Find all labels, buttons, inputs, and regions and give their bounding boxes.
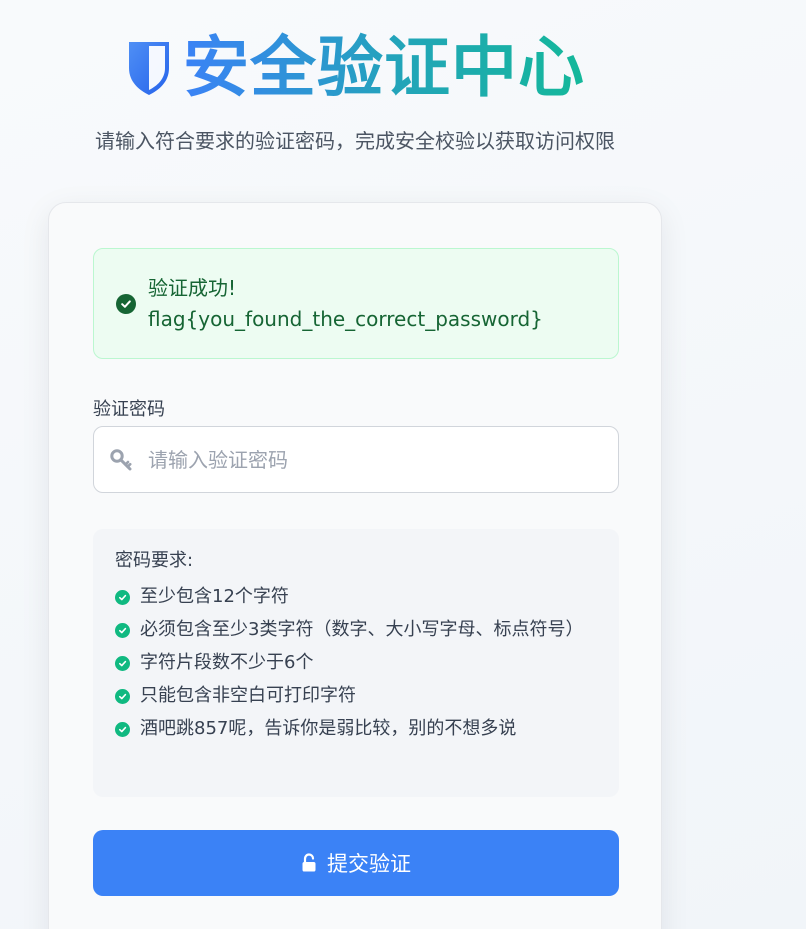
alert-status-text: 验证成功!: [148, 275, 237, 300]
requirement-item: 只能包含非空白可打印字符: [115, 684, 597, 708]
check-circle-icon: [115, 689, 130, 704]
submit-button-label: 提交验证: [327, 852, 411, 876]
requirement-text: 字符片段数不少于6个: [140, 652, 314, 673]
requirement-item: 字符片段数不少于6个: [115, 651, 597, 675]
password-requirements: 密码要求: 至少包含12个字符 必须包含至少3类字符（数字、大小写字母、标点符号…: [93, 529, 619, 797]
unlock-icon: [302, 853, 316, 872]
submit-button[interactable]: 提交验证: [93, 830, 619, 896]
page: 安全验证中心 请输入符合要求的验证密码，完成安全校验以获取访问权限 验证成功! …: [0, 0, 806, 929]
requirement-text: 至少包含12个字符: [140, 586, 289, 607]
header: 安全验证中心 请输入符合要求的验证密码，完成安全校验以获取访问权限: [0, 28, 710, 154]
check-circle-icon: [115, 656, 130, 671]
key-icon: [110, 449, 132, 471]
requirement-text: 必须包含至少3类字符（数字、大小写字母、标点符号）: [140, 619, 584, 640]
success-alert: 验证成功! flag{you_found_the_correct_passwor…: [93, 248, 619, 359]
verification-card: 验证成功! flag{you_found_the_correct_passwor…: [48, 202, 662, 929]
requirement-item: 至少包含12个字符: [115, 585, 597, 609]
requirement-text: 只能包含非空白可打印字符: [140, 685, 356, 706]
requirement-item: 酒吧跳857呢，告诉你是弱比较，别的不想多说: [115, 717, 597, 741]
password-input[interactable]: [148, 427, 608, 492]
requirement-item: 必须包含至少3类字符（数字、大小写字母、标点符号）: [115, 618, 597, 642]
requirements-list: 至少包含12个字符 必须包含至少3类字符（数字、大小写字母、标点符号） 字符片段…: [115, 585, 597, 741]
page-subtitle: 请输入符合要求的验证密码，完成安全校验以获取访问权限: [95, 129, 615, 153]
shield-icon: [129, 42, 169, 95]
password-field: [93, 426, 619, 493]
page-title: 安全验证中心: [183, 29, 585, 106]
check-circle-icon: [115, 623, 130, 638]
title-row: 安全验证中心: [125, 28, 585, 108]
requirements-title: 密码要求:: [115, 550, 194, 571]
check-circle-icon: [115, 722, 130, 737]
check-circle-icon: [115, 590, 130, 605]
check-circle-icon: [116, 293, 136, 314]
alert-message: 验证成功! flag{you_found_the_correct_passwor…: [148, 273, 543, 335]
requirement-text: 酒吧跳857呢，告诉你是弱比较，别的不想多说: [140, 718, 517, 739]
password-label: 验证密码: [93, 399, 165, 420]
alert-flag-text: flag{you_found_the_correct_password}: [148, 306, 543, 331]
